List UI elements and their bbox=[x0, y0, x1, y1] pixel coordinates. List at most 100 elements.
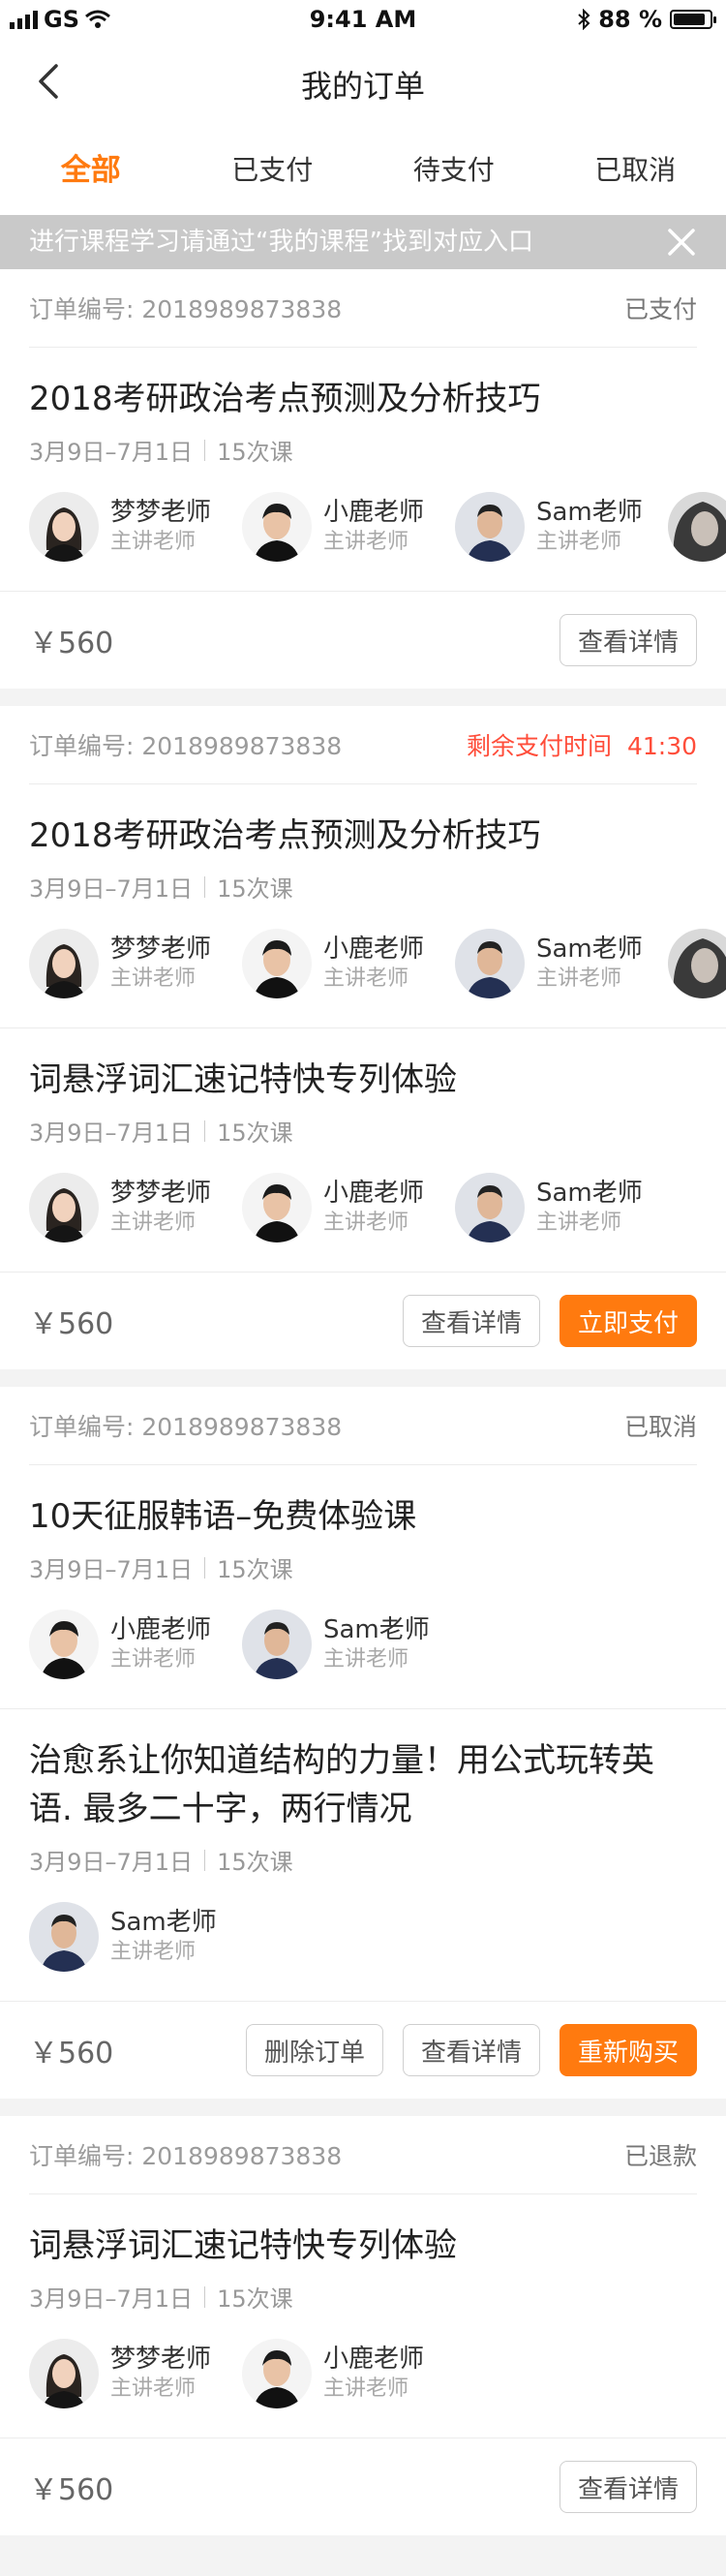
teacher-info: 梦梦老师 主讲老师 bbox=[110, 497, 211, 557]
teacher-avatar bbox=[29, 1173, 99, 1242]
order-footer: ￥560 查看详情 bbox=[29, 2438, 697, 2535]
teacher-role: 主讲老师 bbox=[323, 966, 409, 991]
course-item[interactable]: 2018考研政治考点预测及分析技巧 3月9日–7月1日 15次课 梦梦老师 主讲老师 小鹿… bbox=[0, 784, 726, 1028]
teacher-info: 梦梦老师 主讲老师 bbox=[110, 2344, 211, 2404]
order-footer: ￥560 删除订单 查看详情 重新购买 bbox=[29, 2002, 697, 2099]
teacher-info: Sam老师主讲老师 bbox=[323, 1614, 430, 1674]
order-header: 订单编号: 2018989873838 已退款 bbox=[29, 2116, 697, 2194]
teacher-avatar bbox=[29, 1610, 99, 1679]
pay-now-button[interactable]: 立即支付 bbox=[559, 1295, 697, 1347]
teacher-avatar bbox=[242, 1173, 312, 1242]
teacher-role: 主讲老师 bbox=[323, 1647, 409, 1671]
teacher-info: 小鹿老师 主讲老师 bbox=[323, 2344, 424, 2404]
teacher-role: 主讲老师 bbox=[110, 2377, 197, 2401]
teacher-name: Sam老师 bbox=[110, 1908, 217, 1937]
course-date: 3月9日–7月1日 bbox=[29, 439, 194, 466]
order-price: ￥560 bbox=[29, 2473, 114, 2507]
teacher-role: 主讲老师 bbox=[110, 966, 197, 991]
order-header: 订单编号: 2018989873838 已取消 bbox=[29, 1387, 697, 1465]
order-footer: ￥560 查看详情 立即支付 bbox=[29, 1273, 697, 1369]
teacher-info: 小鹿老师 主讲老师 bbox=[110, 1614, 211, 1674]
course-item[interactable]: 2018考研政治考点预测及分析技巧 3月9日–7月1日 15次课 梦梦老师 主讲老师 小鹿… bbox=[0, 348, 726, 592]
order-number: 订单编号: 2018989873838 bbox=[29, 295, 343, 323]
teacher: 梦梦老师 主讲老师 bbox=[29, 925, 242, 1002]
order-actions: 删除订单 查看详情 重新购买 bbox=[245, 2024, 697, 2076]
teacher-name: Sam老师 bbox=[536, 1179, 643, 1208]
teacher-name: 小鹿老师 bbox=[323, 1179, 425, 1208]
teacher: Sam老师 主讲老师 bbox=[455, 925, 668, 1002]
teacher: 小鹿老师 主讲老师 bbox=[242, 2335, 455, 2412]
close-icon[interactable] bbox=[666, 227, 697, 258]
tab-all[interactable]: 全部 bbox=[0, 126, 182, 215]
course-meta: 3月9日–7月1日 15次课 bbox=[29, 1550, 697, 1584]
teacher-list: Sam老师 主讲老师 bbox=[29, 1898, 697, 1976]
order-number: 订单编号: 2018989873838 bbox=[29, 732, 343, 760]
tab-cancelled[interactable]: 已取消 bbox=[545, 126, 726, 215]
teacher-name: 梦梦老师 bbox=[110, 935, 212, 964]
rebuy-button[interactable]: 重新购买 bbox=[559, 2024, 697, 2076]
teacher-info: 小鹿老师 主讲老师 bbox=[323, 497, 424, 557]
order-card: 订单编号: 2018989873838 已退款 词悬浮词汇速记特快专列体验 3月9日–… bbox=[0, 2116, 726, 2535]
tab-paid[interactable]: 已支付 bbox=[182, 126, 364, 215]
teacher: Sam老师 主讲老师 bbox=[29, 1898, 242, 1976]
teacher-avatar bbox=[455, 929, 525, 998]
teacher-avatar bbox=[29, 1902, 99, 1972]
order-card: 订单编号: 2018989873838 剩余支付时间 41:30 2018考研政治考点… bbox=[0, 706, 726, 1369]
order-actions: 查看详情 bbox=[559, 2461, 697, 2513]
delete-order-button[interactable]: 删除订单 bbox=[245, 2024, 383, 2076]
teacher-list: 小鹿老师 主讲老师 Sam老师 主讲老师 bbox=[29, 1606, 697, 1683]
teacher-info: Sam老师 主讲老师 bbox=[536, 1178, 643, 1238]
teacher-avatar bbox=[242, 2339, 312, 2408]
notice-text: 进行课程学习请通过“我的课程”找到对应入口 bbox=[29, 228, 533, 257]
meta-divider bbox=[204, 1119, 206, 1142]
teacher: 梦梦老师 主讲老师 bbox=[29, 488, 242, 566]
teacher-info: 梦梦老师 主讲老师 bbox=[110, 934, 211, 994]
course-item[interactable]: 词悬浮词汇速记特快专列体验 3月9日–7月1日 15次课 梦梦老师 主讲老师 小鹿老师 主讲… bbox=[0, 1028, 726, 1273]
teacher-name: Sam老师 bbox=[323, 1615, 430, 1644]
bluetooth-icon bbox=[578, 9, 590, 30]
teacher: Sam老师主讲老师 bbox=[242, 1606, 455, 1683]
teacher: 梦梦老师 主讲老师 bbox=[29, 2335, 242, 2412]
view-detail-button[interactable]: 查看详情 bbox=[402, 2024, 540, 2076]
teacher-name: 小鹿老师 bbox=[323, 2345, 425, 2374]
view-detail-button[interactable]: 查看详情 bbox=[559, 614, 697, 666]
teacher-role: 主讲老师 bbox=[110, 530, 197, 554]
order-actions: 查看详情 立即支付 bbox=[402, 1295, 697, 1347]
teacher-name: 小鹿老师 bbox=[323, 498, 425, 527]
teacher-role: 主讲老师 bbox=[323, 530, 409, 554]
teacher-info: 小鹿老师 主讲老师 bbox=[323, 1178, 424, 1238]
order-header: 订单编号: 2018989873838 剩余支付时间 41:30 bbox=[29, 706, 697, 784]
teacher-avatar bbox=[242, 929, 312, 998]
course-item[interactable]: 治愈系让你知道结构的力量！用公式玩转英语. 最多二十字，两行情况 3月9日–7月1… bbox=[0, 1709, 726, 2002]
course-lessons: 15次课 bbox=[217, 439, 293, 466]
teacher: Sam老师 主讲老师 bbox=[455, 1169, 668, 1246]
view-detail-button[interactable]: 查看详情 bbox=[559, 2461, 697, 2513]
order-card: 订单编号: 2018989873838 已支付 2018考研政治考点预测及分析技巧 3… bbox=[0, 269, 726, 689]
notice-banner: 进行课程学习请通过“我的课程”找到对应入口 bbox=[0, 215, 726, 269]
teacher-avatar bbox=[668, 929, 726, 998]
course-meta: 3月9日–7月1日 15次课 bbox=[29, 1114, 697, 1148]
order-number: 订单编号: 2018989873838 bbox=[29, 1413, 343, 1441]
view-detail-button[interactable]: 查看详情 bbox=[402, 1295, 540, 1347]
teacher: 小鹿老师 主讲老师 bbox=[29, 1606, 242, 1683]
teacher-name: 梦梦老师 bbox=[110, 2345, 212, 2374]
payment-countdown: 剩余支付时间 41:30 bbox=[467, 727, 697, 762]
course-date: 3月9日–7月1日 bbox=[29, 2285, 194, 2313]
course-item[interactable]: 词悬浮词汇速记特快专列体验 3月9日–7月1日 15次课 梦梦老师 主讲老师 小鹿老师 主讲… bbox=[0, 2194, 726, 2438]
course-meta: 3月9日–7月1日 15次课 bbox=[29, 2280, 697, 2314]
order-actions: 查看详情 bbox=[559, 614, 697, 666]
teacher-avatar bbox=[668, 492, 726, 562]
teacher-info: Sam老师 主讲老师 bbox=[536, 497, 643, 557]
teacher-info: Sam老师 主讲老师 bbox=[110, 1907, 217, 1967]
order-card: 订单编号: 2018989873838 已取消 10天征服韩语–免费体验课 3月9日–… bbox=[0, 1387, 726, 2099]
course-title: 治愈系让你知道结构的力量！用公式玩转英语. 最多二十字，两行情况 bbox=[29, 1741, 654, 1828]
course-item[interactable]: 10天征服韩语–免费体验课 3月9日–7月1日 15次课 小鹿老师 主讲老师 Sam老师主… bbox=[0, 1465, 726, 1709]
teacher-name: 小鹿老师 bbox=[323, 935, 425, 964]
teacher: Sam老师 主讲老师 bbox=[455, 488, 668, 566]
order-footer: ￥560 查看详情 bbox=[29, 592, 697, 689]
teacher-info: 小鹿老师 主讲老师 bbox=[323, 934, 424, 994]
tab-pending[interactable]: 待支付 bbox=[363, 126, 545, 215]
order-list: 订单编号: 2018989873838 已支付 2018考研政治考点预测及分析技巧 3… bbox=[0, 269, 726, 2535]
teacher-name: 小鹿老师 bbox=[110, 1615, 212, 1644]
teacher-list: 梦梦老师主讲老师 小鹿老师 主讲老师 bbox=[29, 2335, 697, 2412]
